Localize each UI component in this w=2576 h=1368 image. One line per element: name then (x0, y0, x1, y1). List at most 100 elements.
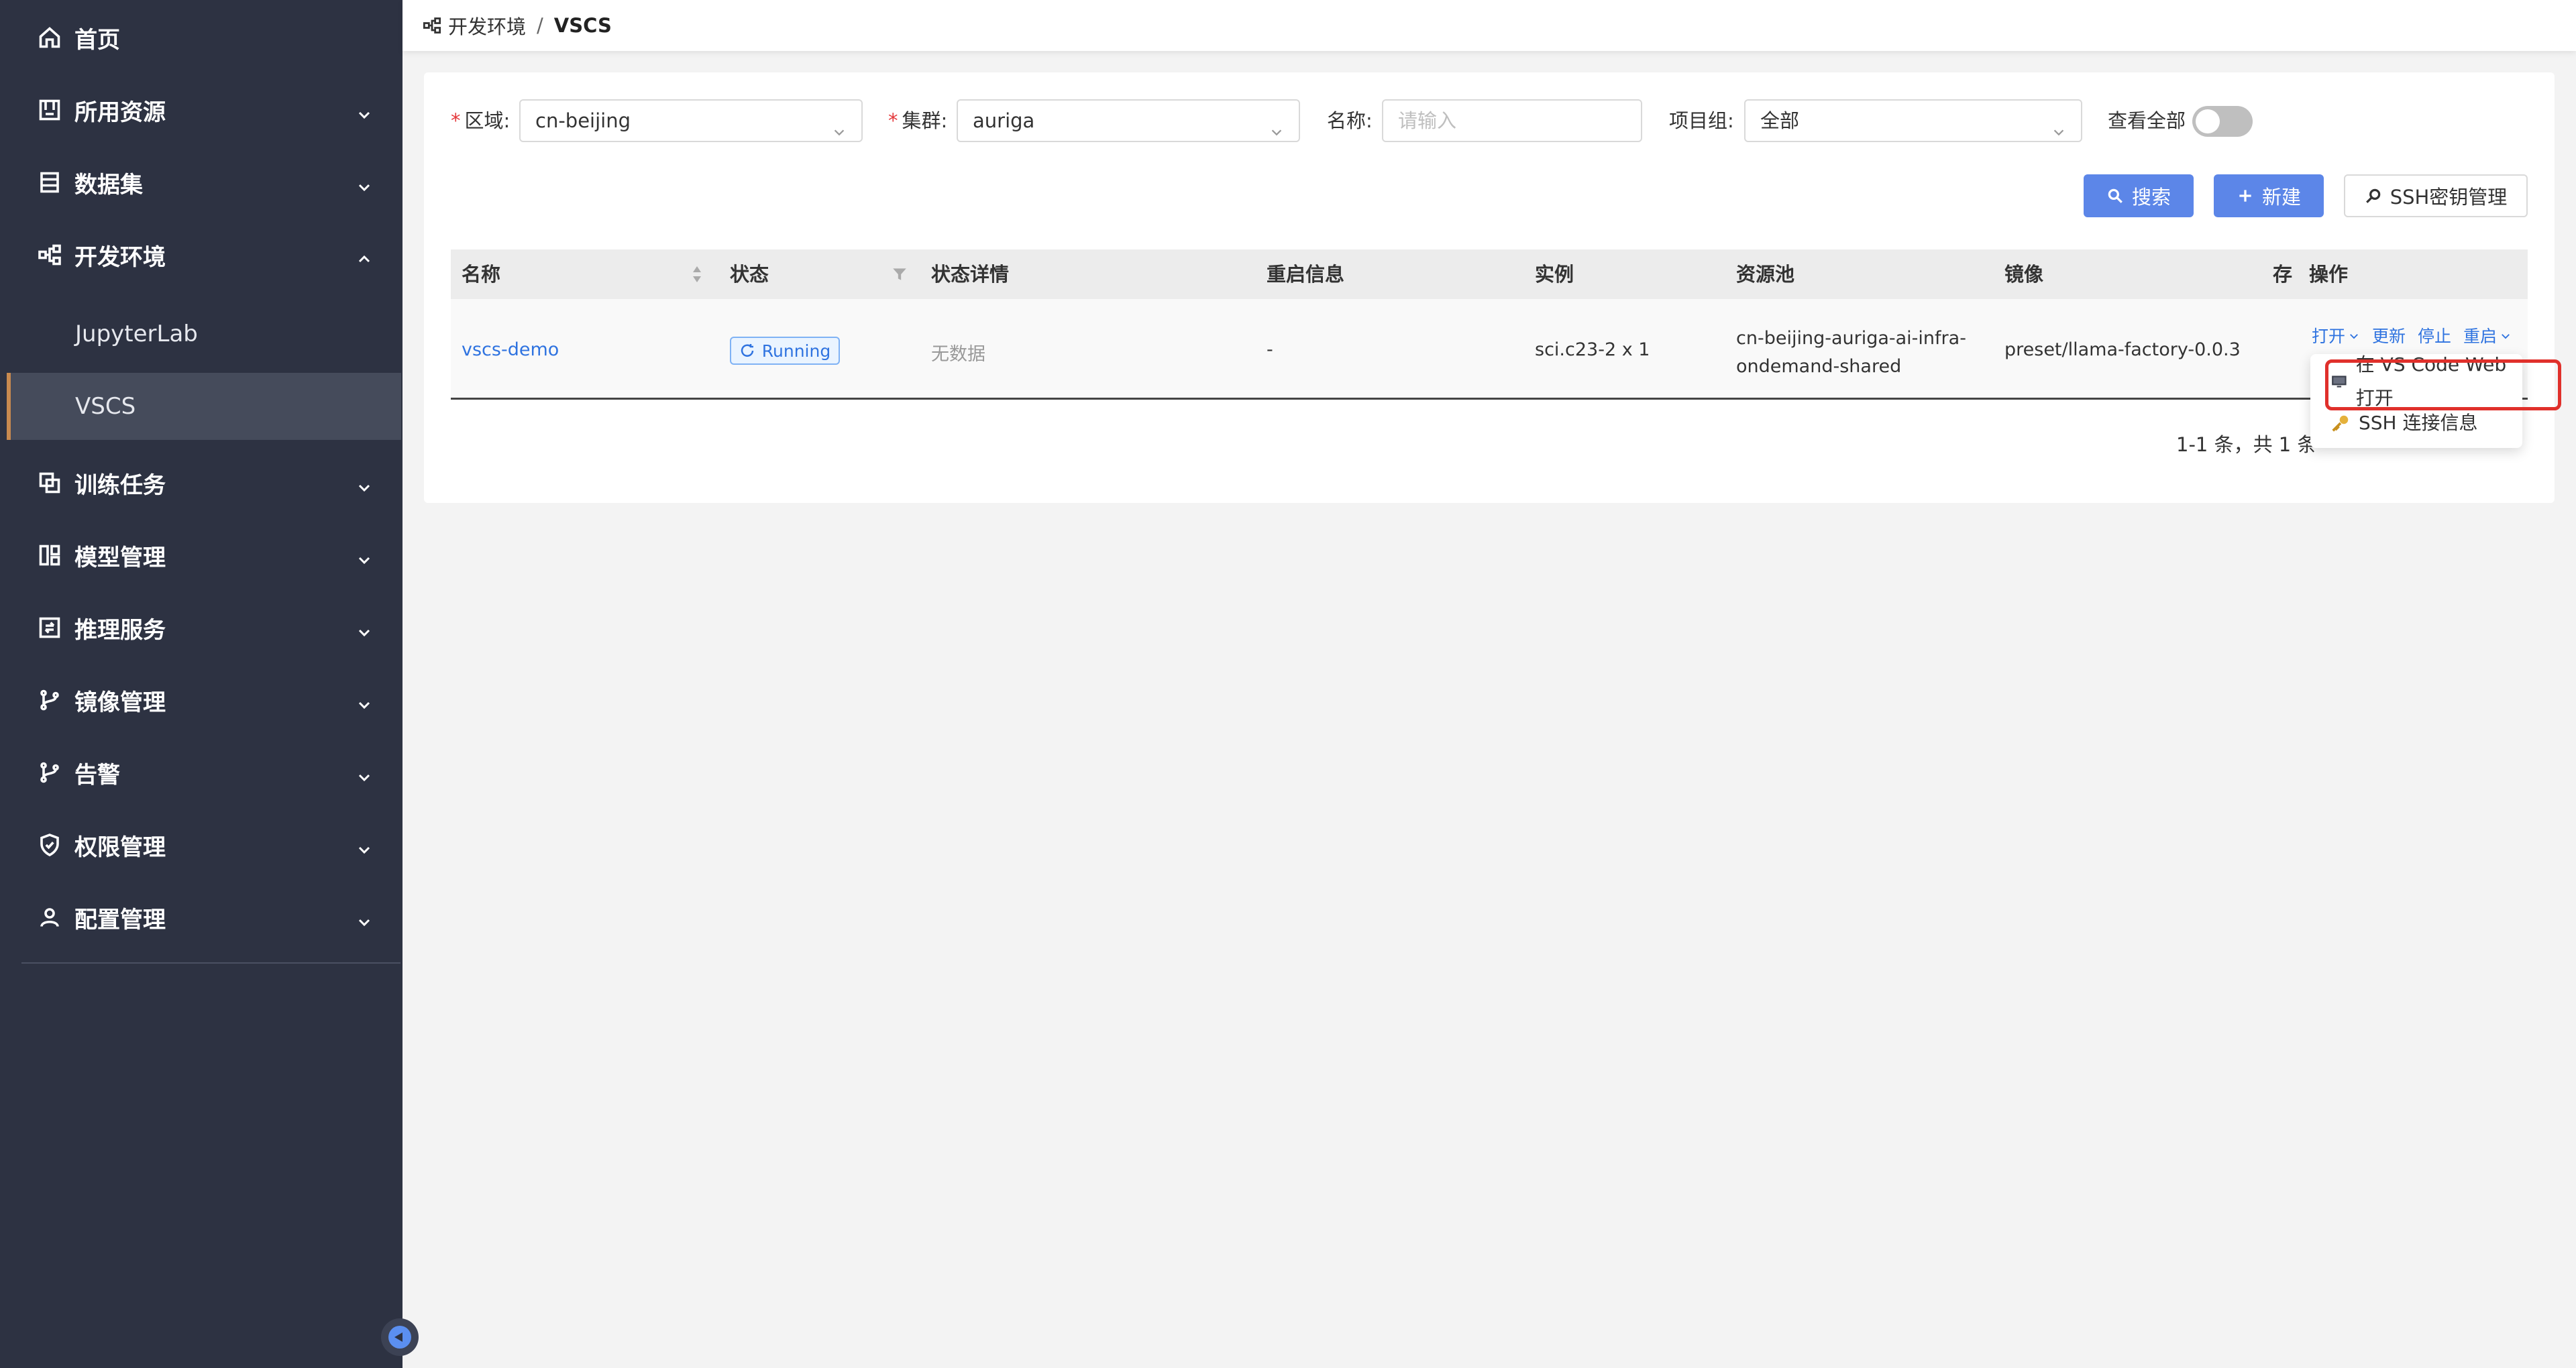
cluster-select-value: auriga (973, 109, 1035, 132)
status-badge-text: Running (761, 341, 831, 361)
sidebar-item-resources[interactable]: 所用资源 (0, 76, 402, 144)
sidebar-item-label: 所用资源 (74, 99, 166, 126)
chevron-down-icon (356, 174, 372, 192)
open-action-label: 打开 (2312, 327, 2346, 346)
dev-env-icon (423, 17, 441, 34)
resource-pool-line: ondemand-shared (1736, 356, 1902, 377)
chevron-down-icon (356, 909, 372, 927)
resource-pool: cn-beijing-auriga-ai-infra- ondemand-sha… (1736, 325, 1966, 381)
update-action[interactable]: 更新 (2372, 323, 2406, 347)
breadcrumb-parent[interactable]: 开发环境 (448, 11, 526, 40)
sidebar-subitem-label: JupyterLab (75, 321, 198, 347)
chevron-down-icon (832, 113, 847, 136)
column-header-actions: 操作 (2309, 263, 2349, 286)
cluster-label: * 集群: (888, 99, 947, 142)
required-mark: * (451, 109, 461, 132)
open-action[interactable]: 打开 (2312, 323, 2360, 347)
create-button-label: 新建 (2261, 186, 2301, 209)
chevron-down-icon (356, 692, 372, 709)
cluster-select[interactable]: auriga (957, 99, 1300, 142)
region-select-value: cn-beijing (535, 109, 631, 132)
sidebar-collapse-button[interactable] (381, 1318, 419, 1356)
required-mark: * (888, 109, 898, 132)
resource-pool-line: cn-beijing-auriga-ai-infra- (1736, 328, 1966, 349)
chevron-down-icon (356, 475, 372, 492)
home-icon (37, 25, 62, 50)
name-label: 名称: (1327, 109, 1373, 132)
training-icon (37, 470, 62, 496)
sidebar-item-training[interactable]: 训练任务 (0, 449, 402, 516)
sidebar-subitem-vscs[interactable]: VSCS (7, 373, 401, 440)
column-header-image: 镜像 (2004, 263, 2044, 286)
menu-item-ssh-info[interactable]: SSH 连接信息 (2330, 406, 2478, 440)
sidebar: 首页 所用资源 数据集 开发环境 JupyterLab VSCS 训练任务 模型… (0, 0, 402, 1368)
search-button-label: 搜索 (2131, 186, 2171, 209)
highlight-annotation (2325, 359, 2561, 410)
sidebar-item-dataset[interactable]: 数据集 (0, 149, 402, 216)
breadcrumb: 开发环境 / VSCS (402, 0, 2576, 51)
table-header: 名称 状态 状态详情 重启信息 实例 资源池 镜像 存储 操作 (451, 249, 2528, 299)
region-label: * 区域: (451, 99, 510, 142)
sidebar-item-label: 模型管理 (74, 544, 166, 571)
collapse-arrow-icon (388, 1326, 411, 1349)
sidebar-item-home[interactable]: 首页 (0, 4, 402, 71)
chevron-down-icon (2502, 334, 2510, 339)
filter-icon[interactable] (891, 266, 908, 283)
view-all-toggle[interactable] (2192, 106, 2253, 137)
menu-item-label: SSH 连接信息 (2359, 412, 2478, 434)
name-input[interactable]: 请输入 (1382, 99, 1642, 142)
model-icon (37, 543, 62, 568)
sidebar-item-dev-env[interactable]: 开发环境 (0, 221, 402, 288)
status-detail: 无数据 (931, 344, 985, 365)
column-header-name[interactable]: 名称 (462, 249, 500, 299)
shield-icon (37, 832, 62, 858)
view-all-label: 查看全部 (2108, 109, 2186, 132)
sidebar-item-model[interactable]: 模型管理 (0, 522, 402, 589)
restart-info: - (1267, 339, 1273, 360)
region-select[interactable]: cn-beijing (519, 99, 863, 142)
chevron-down-icon (1269, 113, 1284, 136)
instance-spec: sci.c23-2 x 1 (1535, 339, 1650, 360)
project-select[interactable]: 全部 (1744, 99, 2082, 142)
column-header-status: 状态 (730, 263, 769, 286)
search-button[interactable]: 搜索 (2084, 174, 2194, 217)
sync-icon (741, 344, 754, 357)
breadcrumb-separator: / (537, 14, 543, 37)
sidebar-item-permissions[interactable]: 权限管理 (0, 811, 402, 878)
ssh-keys-button-label: SSH密钥管理 (2390, 186, 2508, 209)
sidebar-item-label: 训练任务 (74, 471, 166, 499)
column-header-instance: 实例 (1535, 263, 1574, 286)
ssh-keys-button[interactable]: SSH密钥管理 (2344, 174, 2528, 217)
chevron-up-icon (356, 247, 372, 263)
sidebar-item-inference[interactable]: 推理服务 (0, 594, 402, 661)
chevron-down-icon (2051, 113, 2066, 136)
sidebar-item-label: 权限管理 (74, 834, 166, 861)
dev-env-icon (37, 242, 62, 268)
sidebar-item-label: 镜像管理 (74, 689, 166, 716)
image-branch-icon (37, 687, 62, 713)
column-header-status-detail: 状态详情 (931, 263, 1010, 286)
create-button[interactable]: 新建 (2214, 174, 2324, 217)
sidebar-item-images[interactable]: 镜像管理 (0, 667, 402, 734)
sidebar-item-label: 数据集 (74, 171, 143, 198)
status-badge: Running (730, 337, 840, 365)
alert-branch-icon (37, 760, 62, 785)
sidebar-subitem-jupyterlab[interactable]: JupyterLab (0, 300, 402, 367)
instance-name-link[interactable]: vscs-demo (462, 339, 559, 360)
chevron-down-icon (356, 837, 372, 854)
key-icon (2332, 415, 2349, 432)
column-header-storage: 存储 (2273, 263, 2293, 286)
stop-action[interactable]: 停止 (2418, 323, 2451, 347)
sidebar-item-label: 首页 (74, 26, 120, 54)
restart-action-label: 重启 (2463, 327, 2498, 346)
sidebar-item-label: 告警 (74, 761, 120, 789)
sidebar-item-label: 配置管理 (74, 906, 166, 933)
chevron-down-icon (356, 764, 372, 782)
restart-action[interactable]: 重启 (2463, 323, 2512, 347)
image-name: preset/llama-factory-0.0.3 (2004, 339, 2241, 360)
pagination-summary: 1-1 条，共 1 条 (2176, 433, 2317, 456)
sort-icon[interactable] (691, 264, 703, 284)
sidebar-item-config[interactable]: 配置管理 (0, 884, 402, 951)
sidebar-subitem-label: VSCS (75, 393, 136, 420)
sidebar-item-alerts[interactable]: 告警 (0, 739, 402, 806)
